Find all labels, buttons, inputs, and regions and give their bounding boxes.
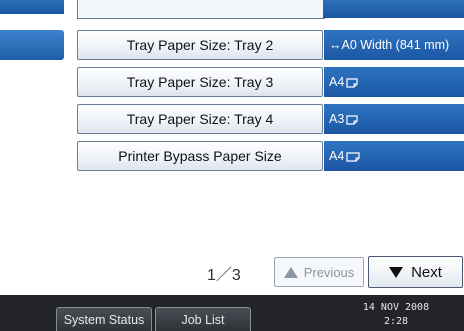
setting-value: A3	[329, 112, 345, 126]
printer-bypass-paper-size-button[interactable]: Printer Bypass Paper Size	[77, 141, 323, 171]
portrait-paper-icon	[346, 78, 358, 88]
job-list-label: Job List	[181, 313, 225, 327]
landscape-paper-icon	[346, 152, 360, 162]
next-label: Next	[411, 263, 442, 281]
printer-bypass-paper-size-value: A4	[324, 141, 464, 171]
setting-value: A4	[329, 75, 345, 89]
time-text: 2:28	[383, 316, 409, 327]
tray-4-paper-size-value: A3	[324, 104, 464, 134]
setting-row-bypass: Printer Bypass Paper Size A4	[77, 141, 464, 171]
setting-value: ↔A0 Width (841 mm)	[329, 38, 450, 52]
system-status-button[interactable]: System Status	[56, 307, 152, 331]
selected-category-tab[interactable]	[0, 30, 64, 60]
tray-4-paper-size-button[interactable]: Tray Paper Size: Tray 4	[77, 104, 323, 134]
tray-2-paper-size-value: ↔A0 Width (841 mm)	[324, 30, 464, 60]
date-text: 14 NOV 2008	[362, 302, 430, 313]
tray-2-paper-size-button[interactable]: Tray Paper Size: Tray 2	[77, 30, 323, 60]
up-arrow-icon	[283, 266, 298, 278]
system-status-label: System Status	[63, 313, 145, 327]
setting-row-tray-2: Tray Paper Size: Tray 2 ↔A0 Width (841 m…	[77, 30, 464, 60]
next-page-button[interactable]: Next	[368, 256, 463, 288]
date-time-display: 14 NOV 2008 2:28	[356, 301, 436, 329]
previous-setting-button-fragment[interactable]	[77, 0, 325, 19]
page-indicator: 1／3	[207, 267, 241, 284]
previous-tab-fragment	[0, 0, 64, 14]
previous-setting-value-fragment	[323, 0, 464, 18]
tray-3-paper-size-value: A4	[324, 67, 464, 97]
setting-label: Tray Paper Size: Tray 4	[126, 111, 274, 127]
setting-label: Tray Paper Size: Tray 3	[126, 74, 274, 90]
previous-page-button[interactable]: Previous	[274, 257, 364, 287]
setting-label: Printer Bypass Paper Size	[118, 148, 282, 164]
setting-label: Tray Paper Size: Tray 2	[126, 37, 274, 53]
down-arrow-icon	[389, 266, 404, 278]
setting-value: A4	[329, 149, 345, 163]
setting-row-tray-3: Tray Paper Size: Tray 3 A4	[77, 67, 464, 97]
portrait-paper-icon	[346, 115, 358, 125]
job-list-button[interactable]: Job List	[155, 307, 251, 331]
tray-3-paper-size-button[interactable]: Tray Paper Size: Tray 3	[77, 67, 323, 97]
previous-label: Previous	[303, 264, 355, 280]
settings-screen: Tray Paper Size: Tray 2 ↔A0 Width (841 m…	[0, 0, 464, 331]
setting-row-tray-4: Tray Paper Size: Tray 4 A3	[77, 104, 464, 134]
